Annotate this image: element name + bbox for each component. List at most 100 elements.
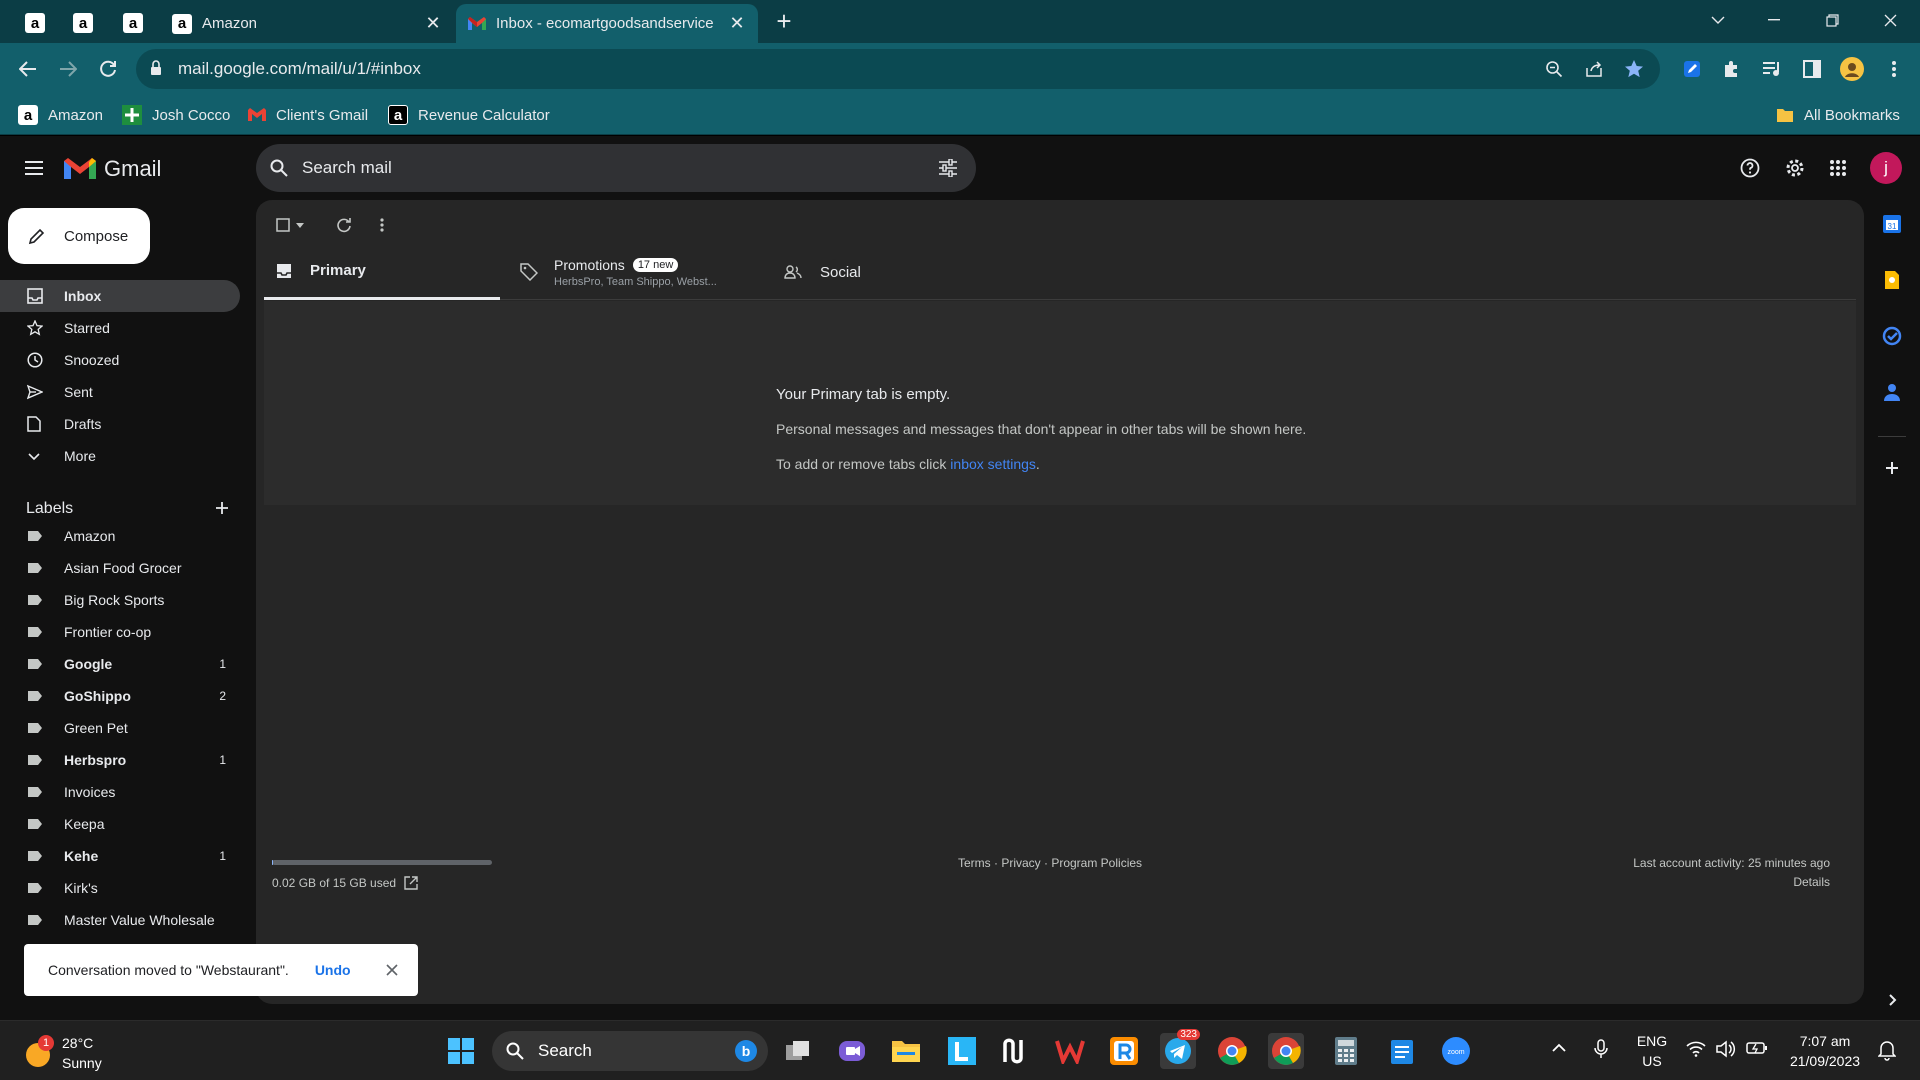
main-menu-button[interactable] <box>24 160 44 176</box>
search-options-icon[interactable] <box>938 159 958 177</box>
account-avatar[interactable]: j <box>1870 152 1902 184</box>
pinned-tab-amazon-2[interactable]: a <box>66 6 100 40</box>
app-r-icon[interactable] <box>1106 1033 1142 1069</box>
chrome-icon-2[interactable] <box>1268 1033 1304 1069</box>
tasks-icon[interactable] <box>1882 326 1902 346</box>
notion-like-icon[interactable] <box>998 1033 1034 1069</box>
label-item[interactable]: Kirk's <box>0 872 240 904</box>
task-view-icon[interactable] <box>780 1033 816 1069</box>
tab-promotions[interactable]: Promotions 17 new HerbsPro, Team Shippo,… <box>520 244 756 300</box>
all-bookmarks-button[interactable]: All Bookmarks <box>1776 103 1900 127</box>
nav-starred[interactable]: Starred <box>0 312 240 344</box>
side-panel-icon[interactable] <box>1798 55 1826 83</box>
search-bar[interactable]: Search mail <box>256 144 976 192</box>
reload-button[interactable] <box>92 53 124 85</box>
clock[interactable]: 7:07 am 21/09/2023 <box>1780 1031 1870 1071</box>
chevron-right-icon[interactable] <box>1882 990 1902 1010</box>
minimize-button[interactable] <box>1752 6 1796 34</box>
more-actions-icon[interactable] <box>380 218 384 232</box>
compose-button[interactable]: Compose <box>8 208 150 264</box>
share-icon[interactable] <box>1580 55 1608 83</box>
start-button[interactable] <box>443 1033 479 1069</box>
label-item[interactable]: Kehe 1 <box>0 840 240 872</box>
bookmark-amazon[interactable]: a Amazon <box>18 103 103 127</box>
tab-primary[interactable]: Primary <box>264 244 500 300</box>
nav-more[interactable]: More <box>0 440 240 472</box>
inbox-settings-link[interactable]: inbox settings <box>950 456 1036 472</box>
profile-avatar[interactable] <box>1838 55 1866 83</box>
label-item[interactable]: Amazon <box>0 520 240 552</box>
address-bar[interactable]: mail.google.com/mail/u/1/#inbox <box>136 49 1660 89</box>
show-hidden-icons-chevron[interactable] <box>1552 1043 1566 1053</box>
tab-gmail-inbox[interactable]: Inbox - ecomartgoodsandservice ✕ <box>456 4 758 43</box>
label-item[interactable]: Asian Food Grocer <box>0 552 240 584</box>
close-icon[interactable] <box>386 964 398 976</box>
bookmark-josh-cocco[interactable]: Josh Cocco <box>122 103 230 127</box>
nav-inbox[interactable]: Inbox <box>0 280 240 312</box>
tab-search-button[interactable] <box>1696 6 1740 34</box>
restore-button[interactable] <box>1810 6 1854 34</box>
label-item[interactable]: Google 1 <box>0 648 240 680</box>
label-item[interactable]: Keepa <box>0 808 240 840</box>
language-indicator[interactable]: ENG US <box>1632 1031 1672 1071</box>
nav-sent[interactable]: Sent <box>0 376 240 408</box>
details-link[interactable]: Details <box>1633 875 1830 889</box>
volume-icon[interactable] <box>1716 1040 1736 1058</box>
tab-social[interactable]: Social <box>784 244 1020 300</box>
calculator-icon[interactable] <box>1328 1033 1364 1069</box>
label-item[interactable]: Master Value Wholesale <box>0 904 240 936</box>
battery-icon[interactable] <box>1746 1041 1768 1055</box>
zoom-app-icon[interactable]: zoom <box>1438 1033 1474 1069</box>
back-button[interactable] <box>12 53 44 85</box>
extensions-puzzle-icon[interactable] <box>1718 55 1746 83</box>
weather-widget[interactable]: 1 28°C Sunny <box>24 1033 102 1073</box>
chat-app-icon[interactable] <box>834 1033 870 1069</box>
forward-button[interactable] <box>52 53 84 85</box>
apps-grid-icon[interactable] <box>1829 159 1847 177</box>
zoom-icon[interactable] <box>1540 55 1568 83</box>
label-item[interactable]: Herbspro 1 <box>0 744 240 776</box>
contacts-icon[interactable] <box>1882 382 1902 402</box>
close-tab-icon[interactable]: ✕ <box>424 13 442 33</box>
help-icon[interactable] <box>1740 158 1760 178</box>
file-explorer-icon[interactable] <box>888 1033 924 1069</box>
telegram-icon[interactable]: 323 <box>1160 1029 1200 1069</box>
close-tab-icon[interactable]: ✕ <box>728 13 746 33</box>
gmail-logo[interactable]: Gmail <box>64 156 161 182</box>
select-all-checkbox[interactable] <box>276 218 304 232</box>
get-addons-plus-icon[interactable] <box>1882 458 1902 478</box>
calendar-icon[interactable]: 31 <box>1882 214 1902 234</box>
tab-amazon[interactable]: a Amazon ✕ <box>160 4 454 43</box>
nav-drafts[interactable]: Drafts <box>0 408 240 440</box>
settings-gear-icon[interactable] <box>1784 157 1806 179</box>
footer-links[interactable]: Terms · Privacy · Program Policies <box>958 856 1142 870</box>
refresh-icon[interactable] <box>336 217 352 233</box>
bookmark-star-icon[interactable] <box>1620 55 1648 83</box>
label-item[interactable]: Frontier co-op <box>0 616 240 648</box>
open-in-new-icon[interactable] <box>404 876 418 890</box>
extension-edit-icon[interactable] <box>1678 55 1706 83</box>
app-l-icon[interactable] <box>944 1033 980 1069</box>
microphone-icon[interactable] <box>1594 1039 1608 1059</box>
label-item[interactable]: Big Rock Sports <box>0 584 240 616</box>
wifi-icon[interactable] <box>1686 1041 1706 1057</box>
bing-icon[interactable]: b <box>734 1039 758 1063</box>
pinned-tab-amazon-3[interactable]: a <box>116 6 150 40</box>
label-item[interactable]: Invoices <box>0 776 240 808</box>
nav-snoozed[interactable]: Snoozed <box>0 344 240 376</box>
notifications-icon[interactable] <box>1878 1039 1896 1061</box>
label-item[interactable]: Green Pet <box>0 712 240 744</box>
bookmark-revenue-calculator[interactable]: a Revenue Calculator <box>388 103 550 127</box>
label-item[interactable]: GoShippo 2 <box>0 680 240 712</box>
close-window-button[interactable] <box>1868 6 1912 34</box>
toast-undo-button[interactable]: Undo <box>315 962 351 978</box>
notepad-icon[interactable] <box>1384 1033 1420 1069</box>
keep-icon[interactable] <box>1882 270 1902 290</box>
taskbar-search[interactable]: Search b <box>492 1031 768 1071</box>
create-label-button[interactable] <box>214 500 230 516</box>
chrome-icon-1[interactable] <box>1214 1033 1250 1069</box>
new-tab-button[interactable]: + <box>770 8 798 36</box>
search-input[interactable]: Search mail <box>302 158 392 178</box>
chrome-menu-icon[interactable] <box>1880 55 1908 83</box>
media-queue-icon[interactable] <box>1758 55 1786 83</box>
